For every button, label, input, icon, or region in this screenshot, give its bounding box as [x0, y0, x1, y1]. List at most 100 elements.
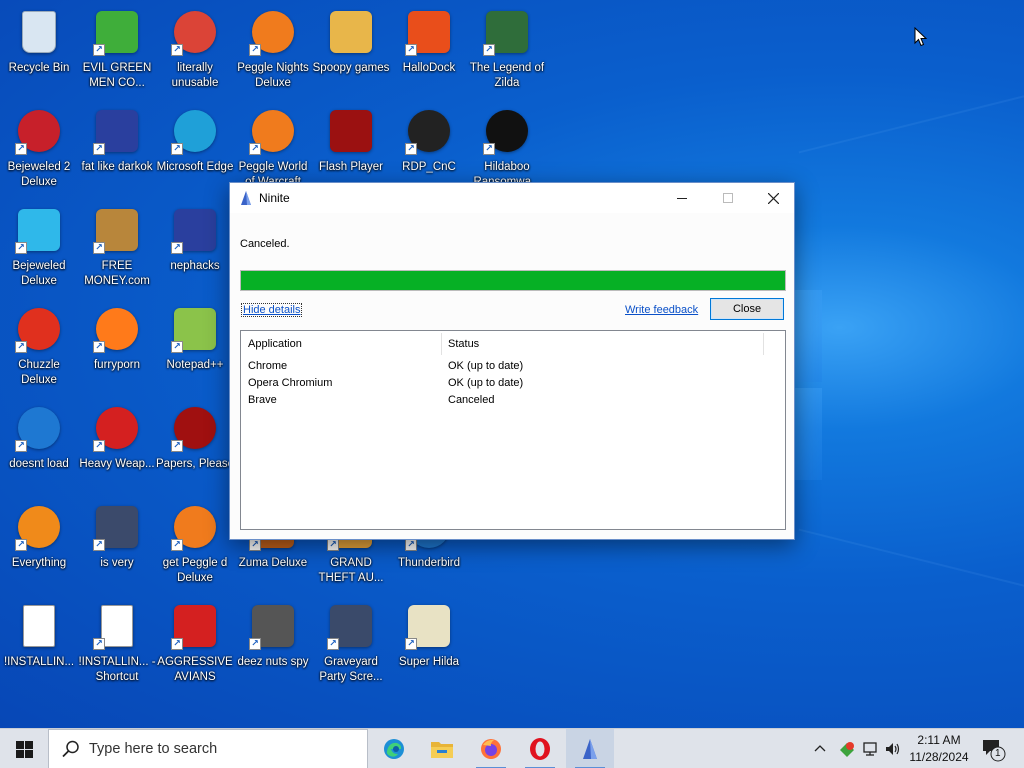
- volume-icon[interactable]: [884, 740, 902, 758]
- progress-bar-fill: [241, 271, 785, 290]
- close-button[interactable]: Close: [710, 298, 784, 320]
- network-icon[interactable]: [862, 740, 880, 758]
- text-file-icon: ↗: [93, 602, 141, 650]
- chrome-icon: ↗: [171, 8, 219, 56]
- ninite-window[interactable]: Ninite Canceled. Hide details Write feed…: [229, 182, 795, 540]
- ninite-tray-icon[interactable]: [838, 740, 856, 758]
- desktop-icon[interactable]: ↗ get Peggle d Deluxe: [156, 499, 234, 591]
- taskbar-file-explorer-button[interactable]: [418, 729, 466, 768]
- peggle-icon: ↗: [249, 8, 297, 56]
- thunderbird-icon: ↗: [15, 404, 63, 452]
- notification-count: 1: [995, 748, 1001, 759]
- results-list[interactable]: Application Status Chrome OK (up to date…: [240, 330, 786, 530]
- taskbar-edge-button[interactable]: [370, 729, 418, 768]
- hide-details-link[interactable]: Hide details: [240, 303, 303, 317]
- desktop-icon[interactable]: ↗ Bejeweled Deluxe: [0, 202, 78, 294]
- start-button[interactable]: [0, 729, 48, 768]
- desktop-icon[interactable]: ↗ FREE MONEY.com: [78, 202, 156, 294]
- desktop-icon-label: Bejeweled 2 Deluxe: [7, 161, 71, 188]
- notepadpp-icon: ↗: [171, 305, 219, 353]
- show-hidden-icons-chevron[interactable]: [814, 741, 826, 755]
- desktop-icon-label: GRAND THEFT AU...: [318, 557, 384, 584]
- desktop-icon[interactable]: ↗ Graveyard Party Scre...: [312, 598, 390, 690]
- radiation-icon: ↗: [93, 404, 141, 452]
- taskbar-firefox-button[interactable]: [467, 729, 515, 768]
- desktop-icon[interactable]: ↗ !INSTALLIN... - Shortcut: [78, 598, 156, 690]
- maximize-button[interactable]: [705, 183, 751, 213]
- desktop-icon-label: deez nuts spy: [237, 656, 309, 668]
- firefox-icon: ↗: [93, 305, 141, 353]
- desktop-icon[interactable]: ↗ EVIL GREEN MEN CO...: [78, 4, 156, 96]
- desktop-icon[interactable]: ↗ Super Hilda: [390, 598, 468, 690]
- write-feedback-link[interactable]: Write feedback: [625, 304, 698, 316]
- chuzzle-icon: ↗: [15, 305, 63, 353]
- minimize-icon: [677, 198, 687, 199]
- search-ring-icon: ↗: [15, 503, 63, 551]
- shortcut-arrow-icon: ↗: [15, 440, 27, 452]
- desktop-icon[interactable]: ↗ AGGRESSIVE AVIANS: [156, 598, 234, 690]
- list-row[interactable]: Opera Chromium OK (up to date): [241, 375, 785, 392]
- desktop-icon[interactable]: ↗ Everything: [0, 499, 78, 591]
- desktop-icon[interactable]: ↗ Peggle Nights Deluxe: [234, 4, 312, 96]
- text-file-icon: [15, 602, 63, 650]
- title-bar[interactable]: Ninite: [230, 183, 794, 213]
- text-file-icon-shape: [101, 605, 133, 647]
- desktop-icon-label: !INSTALLIN... - Shortcut: [78, 656, 156, 683]
- desktop-icon[interactable]: ↗ HalloDock: [390, 4, 468, 96]
- desktop-icon[interactable]: ↗ literally unusable: [156, 4, 234, 96]
- desktop-icon[interactable]: ↗ Heavy Weap...: [78, 400, 156, 492]
- desktop-icon[interactable]: ↗ Notepad++: [156, 301, 234, 393]
- desktop-icon[interactable]: ↗ nephacks: [156, 202, 234, 294]
- desktop-icon[interactable]: ↗ deez nuts spy: [234, 598, 312, 690]
- desktop-icon-label: Notepad++: [166, 359, 224, 371]
- row-status: Canceled: [448, 394, 495, 406]
- desktop-icon[interactable]: ↗ fat like darkok: [78, 103, 156, 195]
- shortcut-arrow-icon: ↗: [93, 242, 105, 254]
- clock-date[interactable]: 11/28/2024: [906, 750, 972, 764]
- wallpaper-beam: [798, 88, 1024, 154]
- shortcut-arrow-icon: ↗: [405, 143, 417, 155]
- desktop-icon-label: furryporn: [93, 359, 141, 371]
- desktop-icon-label: Bejeweled Deluxe: [12, 260, 66, 287]
- close-icon: [767, 192, 779, 204]
- list-header: Application Status: [241, 331, 785, 357]
- desktop-icon[interactable]: ↗ The Legend of Zilda: [468, 4, 546, 96]
- shortcut-arrow-icon: ↗: [15, 341, 27, 353]
- column-header-application[interactable]: Application: [248, 338, 302, 350]
- shortcut-arrow-icon: ↗: [171, 638, 183, 650]
- recycle-bin-icon-shape: [22, 11, 56, 53]
- taskbar-ninite-button[interactable]: [566, 729, 614, 768]
- desktop-icon[interactable]: Spoopy games: [312, 4, 390, 96]
- bejeweled2-icon: ↗: [15, 107, 63, 155]
- shortcut-arrow-icon: ↗: [483, 44, 495, 56]
- taskbar-opera-button[interactable]: [516, 729, 564, 768]
- mpi-shield-icon: ↗: [93, 503, 141, 551]
- desktop-icon[interactable]: !INSTALLIN...: [0, 598, 78, 690]
- windows-stack-icon: ↗: [249, 602, 297, 650]
- desktop-icon[interactable]: Recycle Bin: [0, 4, 78, 96]
- clock-time[interactable]: 2:11 AM: [908, 733, 970, 747]
- window-close-button[interactable]: [750, 183, 796, 213]
- yashma-icon: ↗: [483, 107, 531, 155]
- desktop-icon[interactable]: ↗ is very: [78, 499, 156, 591]
- gem-icon: ↗: [15, 206, 63, 254]
- taskbar-search-box[interactable]: Type here to search: [48, 729, 368, 768]
- notification-center-button[interactable]: 1: [978, 735, 1008, 763]
- minimize-button[interactable]: [659, 183, 705, 213]
- angry-bird-icon: ↗: [171, 602, 219, 650]
- desktop-icon-label: The Legend of Zilda: [469, 62, 545, 89]
- desktop-icon[interactable]: ↗ Chuzzle Deluxe: [0, 301, 78, 393]
- list-row[interactable]: Brave Canceled: [241, 392, 785, 409]
- desktop-icon[interactable]: ↗ furryporn: [78, 301, 156, 393]
- list-row[interactable]: Chrome OK (up to date): [241, 358, 785, 375]
- desktop-icon[interactable]: ↗ Microsoft Edge: [156, 103, 234, 195]
- edge-icon: [384, 739, 404, 759]
- column-header-status[interactable]: Status: [448, 338, 479, 350]
- papers-icon: ↗: [171, 404, 219, 452]
- shortcut-arrow-icon: ↗: [171, 242, 183, 254]
- desktop-icon[interactable]: ↗ doesnt load: [0, 400, 78, 492]
- ninite-app-icon: [241, 191, 251, 205]
- desktop-icon[interactable]: ↗ Papers, Please: [156, 400, 234, 492]
- desktop-icon[interactable]: ↗ Bejeweled 2 Deluxe: [0, 103, 78, 195]
- row-status: OK (up to date): [448, 377, 524, 389]
